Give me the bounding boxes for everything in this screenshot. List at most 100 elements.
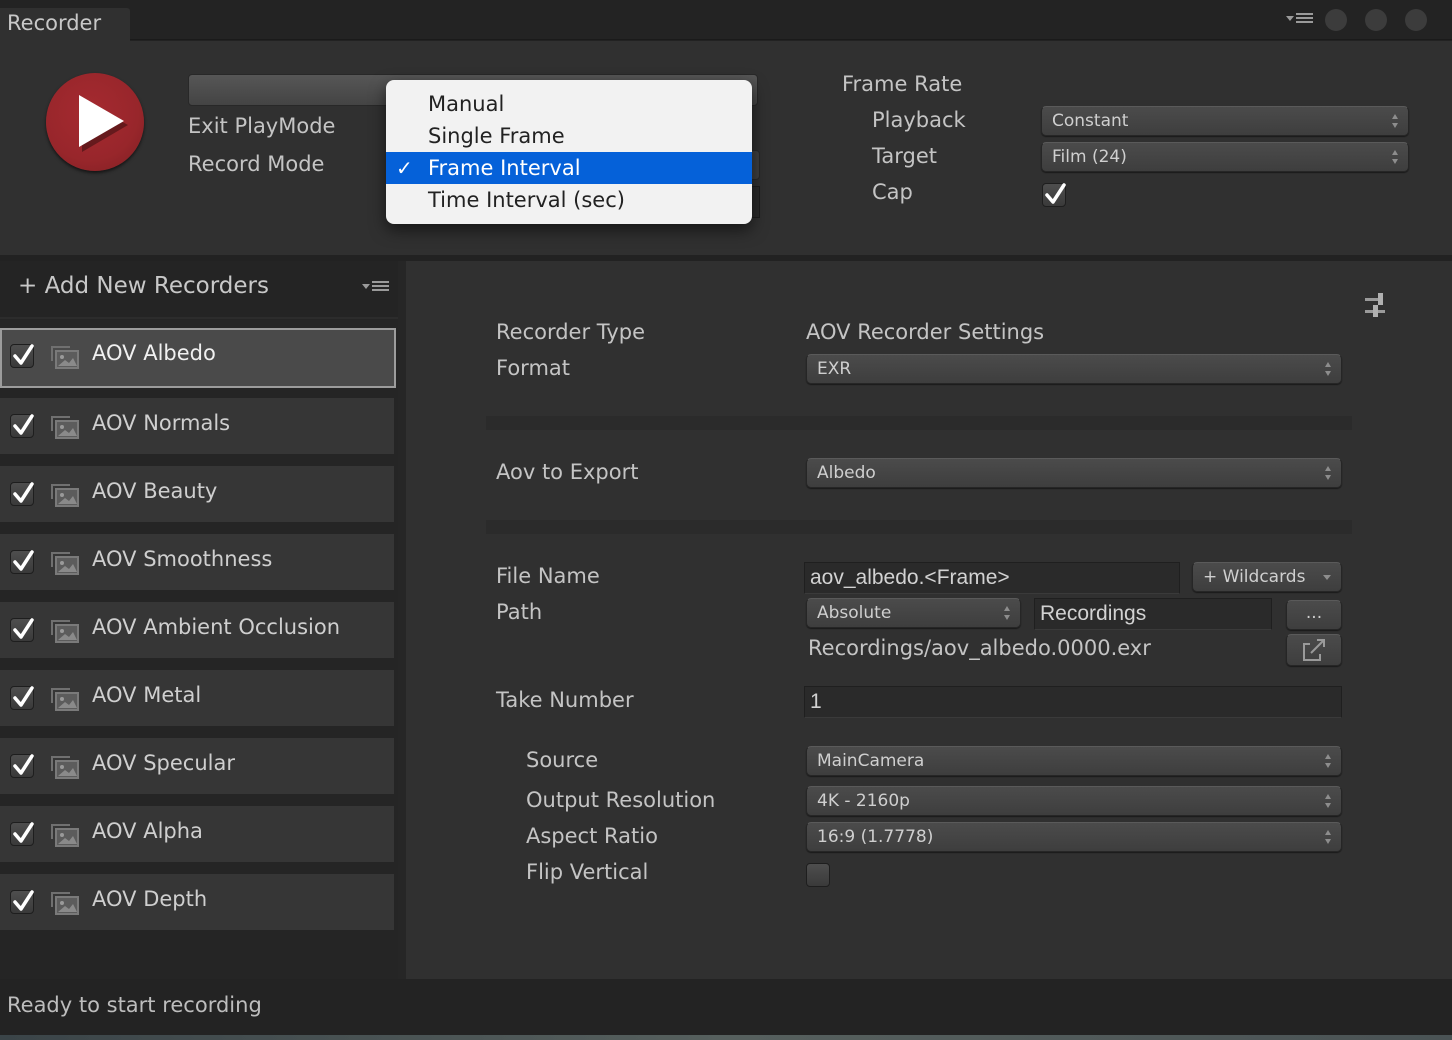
recorder-list-item[interactable]: AOV Albedo [0, 328, 396, 388]
window-button-3[interactable] [1405, 9, 1427, 31]
recorder-list-item[interactable]: AOV Depth [0, 874, 394, 930]
record-mode-option-time-interval[interactable]: Time Interval (sec) [386, 184, 752, 216]
recorder-list-pane: + Add New Recorders AOV Albedo AOV Normal… [0, 261, 398, 979]
select-arrows-icon [1004, 606, 1011, 620]
recorder-enabled-checkbox[interactable] [10, 822, 34, 846]
image-sequence-icon [50, 890, 80, 920]
record-mode-label: Record Mode [188, 152, 325, 176]
cap-checkbox[interactable] [1042, 183, 1066, 207]
output-resolution-value: 4K - 2160p [817, 791, 910, 811]
section-divider [486, 520, 1352, 534]
record-mode-option-frame-interval[interactable]: ✓ Frame Interval [386, 152, 752, 184]
record-button[interactable] [46, 73, 144, 171]
window-button-1[interactable] [1325, 9, 1347, 31]
path-input[interactable] [1034, 598, 1272, 630]
status-text: Ready to start recording [7, 993, 262, 1017]
aspect-ratio-select[interactable]: 16:9 (1.7778) [806, 822, 1342, 852]
image-sequence-icon [50, 344, 80, 374]
recorder-enabled-checkbox[interactable] [10, 686, 34, 710]
select-arrows-icon [1325, 466, 1332, 480]
add-new-recorders-button[interactable]: + Add New Recorders [18, 273, 269, 299]
recorder-list-menu-button[interactable] [362, 281, 392, 295]
file-name-input[interactable] [804, 562, 1180, 594]
option-label: Time Interval (sec) [428, 188, 625, 212]
select-arrows-icon [1325, 794, 1332, 808]
bottom-edge [0, 1035, 1452, 1040]
checkmark-icon [13, 550, 34, 571]
recorder-list-item[interactable]: AOV Beauty [0, 466, 394, 522]
take-number-input[interactable] [804, 686, 1342, 718]
select-arrows-icon [1325, 754, 1332, 768]
aov-to-export-select[interactable]: Albedo [806, 458, 1342, 488]
recorder-name: AOV Alpha [92, 819, 203, 843]
format-value: EXR [817, 359, 852, 379]
playback-select[interactable]: Constant [1041, 106, 1409, 136]
recorder-enabled-checkbox[interactable] [10, 754, 34, 778]
checkmark-icon [13, 754, 34, 775]
file-name-label: File Name [496, 564, 600, 588]
tab-recorder[interactable]: Recorder [0, 8, 130, 41]
recorder-enabled-checkbox[interactable] [10, 414, 34, 438]
image-sequence-icon [50, 414, 80, 444]
open-folder-button[interactable] [1286, 634, 1342, 666]
recorder-enabled-checkbox[interactable] [10, 890, 34, 914]
recorder-name: AOV Depth [92, 887, 208, 911]
recorder-name: AOV Normals [92, 411, 231, 435]
window-menu-button[interactable] [1286, 12, 1316, 28]
image-sequence-icon [50, 754, 80, 784]
flip-vertical-checkbox[interactable] [806, 863, 830, 887]
recorder-list-item[interactable]: AOV Alpha [0, 806, 394, 862]
format-label: Format [496, 356, 571, 380]
path-mode-value: Absolute [817, 603, 892, 623]
recorder-list-item[interactable]: AOV Specular [0, 738, 394, 794]
image-sequence-icon [50, 686, 80, 716]
recorder-enabled-checkbox[interactable] [10, 482, 34, 506]
source-value: MainCamera [817, 751, 925, 771]
path-mode-select[interactable]: Absolute [806, 598, 1021, 628]
recorder-list-item[interactable]: AOV Smoothness [0, 534, 394, 590]
browse-button[interactable]: ... [1286, 600, 1342, 630]
window-button-2[interactable] [1365, 9, 1387, 31]
checkmark-icon [13, 482, 34, 503]
aspect-ratio-value: 16:9 (1.7778) [817, 827, 934, 847]
recorder-list-item[interactable]: AOV Metal [0, 670, 394, 726]
checkmark-icon [1045, 183, 1066, 204]
output-resolution-label: Output Resolution [526, 788, 716, 812]
exit-playmode-label: Exit PlayMode [188, 114, 336, 138]
output-resolution-select[interactable]: 4K - 2160p [806, 786, 1342, 816]
image-sequence-icon [50, 550, 80, 580]
browse-label: ... [1305, 603, 1323, 623]
section-divider [486, 416, 1352, 430]
option-label: Manual [428, 92, 505, 116]
record-mode-option-single-frame[interactable]: Single Frame [386, 120, 752, 152]
target-select[interactable]: Film (24) [1041, 142, 1409, 172]
recorder-enabled-checkbox[interactable] [10, 550, 34, 574]
source-select[interactable]: MainCamera [806, 746, 1342, 776]
checkmark-icon [13, 686, 34, 707]
wildcards-label: + Wildcards [1203, 567, 1306, 587]
source-label: Source [526, 748, 599, 772]
image-sequence-icon [50, 822, 80, 852]
dropdown-arrow-icon [1286, 16, 1294, 21]
recorder-name: AOV Specular [92, 751, 235, 775]
pane-splitter[interactable] [398, 261, 406, 979]
format-select[interactable]: EXR [806, 354, 1342, 384]
recorder-name: AOV Ambient Occlusion [92, 615, 341, 639]
record-mode-option-manual[interactable]: Manual [386, 88, 752, 120]
checkmark-icon [13, 414, 34, 435]
wildcards-button[interactable]: + Wildcards [1192, 562, 1342, 592]
recorder-name: AOV Albedo [92, 341, 216, 365]
recorder-list-item[interactable]: AOV Normals [0, 398, 394, 454]
menu-icon [372, 281, 389, 293]
recorder-enabled-checkbox[interactable] [10, 618, 34, 642]
checkmark-icon [13, 344, 34, 365]
dropdown-arrow-icon [1323, 575, 1331, 580]
recorder-list-item[interactable]: AOV Ambient Occlusion [0, 602, 394, 658]
checkmark-icon [13, 822, 34, 843]
path-label: Path [496, 600, 543, 624]
aov-to-export-value: Albedo [817, 463, 876, 483]
recorder-list-header: + Add New Recorders [0, 261, 398, 319]
recorder-enabled-checkbox[interactable] [10, 344, 34, 368]
aspect-ratio-label: Aspect Ratio [526, 824, 658, 848]
preset-settings-icon[interactable] [1364, 291, 1388, 317]
